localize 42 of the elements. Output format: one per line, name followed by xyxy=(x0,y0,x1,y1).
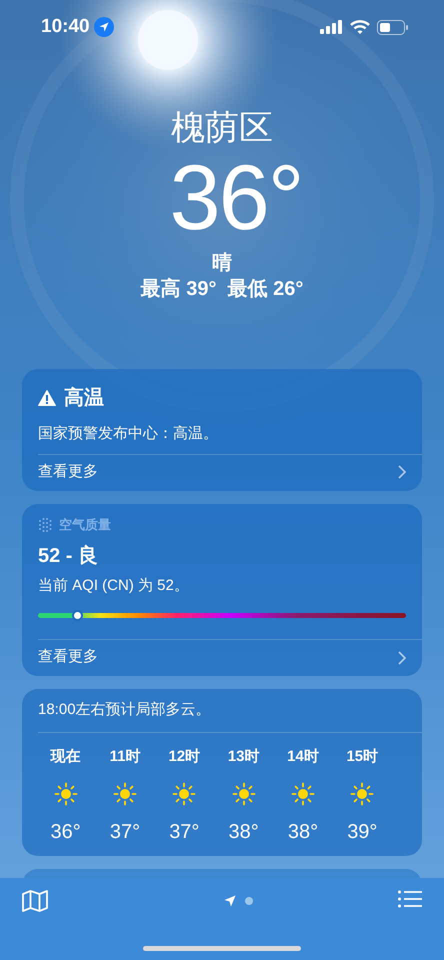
hour-label: 现在 xyxy=(50,746,81,766)
high-low-temperature: 最高 39° 最低 26° xyxy=(140,276,304,302)
page-dot[interactable] xyxy=(244,897,252,905)
list-icon[interactable] xyxy=(398,890,422,908)
hour-label: 15时 xyxy=(346,746,378,766)
hour-temperature: 38° xyxy=(288,820,318,844)
hour-label: 13时 xyxy=(228,746,260,766)
alert-title: 高温 xyxy=(64,386,104,411)
sun-icon xyxy=(350,782,374,806)
map-icon[interactable] xyxy=(22,890,48,912)
hour-label: 12时 xyxy=(168,746,200,766)
hour-label: 14时 xyxy=(287,746,319,766)
aqi-description: 当前 AQI (CN) 为 52。 xyxy=(38,576,190,596)
sun-icon xyxy=(54,782,78,806)
hour-temperature: 36° xyxy=(50,820,81,844)
aqi-value: 52 - 良 xyxy=(38,544,100,568)
air-quality-header: 空气质量 xyxy=(59,516,111,534)
alert-message: 国家预警发布中心：高温。 xyxy=(38,424,219,444)
hour-temperature: 39° xyxy=(347,820,378,844)
hour-temperature: 37° xyxy=(110,820,140,844)
forecast-summary: 18:00左右预计局部多云。 xyxy=(38,688,422,732)
wifi-icon xyxy=(350,20,370,34)
see-more-link[interactable]: 查看更多 xyxy=(38,454,422,491)
current-temperature: 36° xyxy=(168,150,303,246)
city-name: 槐荫区 xyxy=(171,108,273,149)
sun-icon xyxy=(172,782,196,806)
hour-label: 11时 xyxy=(110,746,140,766)
air-quality-icon xyxy=(38,517,53,532)
weather-condition: 晴 xyxy=(212,251,232,276)
status-time: 10:40 xyxy=(41,14,90,39)
sun-icon xyxy=(290,782,315,806)
chevron-icon xyxy=(398,465,406,479)
hour-temperature: 38° xyxy=(228,820,259,844)
see-more-link[interactable]: 查看更多 xyxy=(38,638,422,676)
hour-temperature: 37° xyxy=(169,820,200,844)
warning-icon xyxy=(38,390,56,406)
chevron-icon xyxy=(398,650,406,664)
signal-icon xyxy=(320,20,343,34)
sun-icon xyxy=(112,782,137,806)
location-page-icon[interactable] xyxy=(224,895,236,907)
sun-icon xyxy=(232,782,256,806)
battery-icon xyxy=(377,20,408,34)
